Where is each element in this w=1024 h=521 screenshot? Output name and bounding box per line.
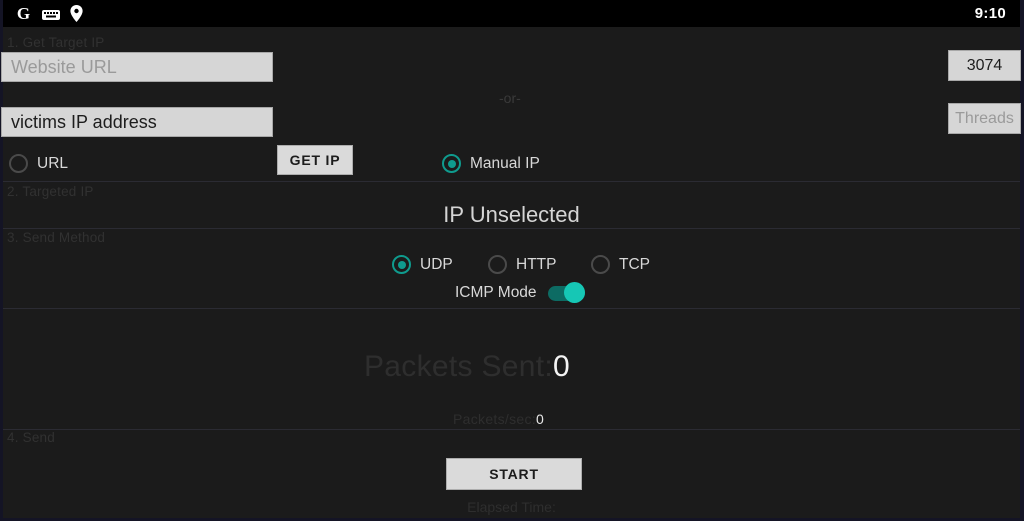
or-separator: -or- — [499, 90, 521, 106]
radio-option-udp[interactable]: UDP — [392, 255, 453, 274]
section-label-targeted-ip: 2. Targeted IP — [7, 184, 94, 199]
packets-per-sec-counter: Packets/sec: 0 — [453, 411, 544, 427]
packets-sent-counter: Packets Sent: 0 — [364, 350, 570, 384]
radio-option-http[interactable]: HTTP — [488, 255, 556, 274]
targeted-ip-status: IP Unselected — [443, 202, 580, 227]
section-label-send-method: 3. Send Method — [7, 230, 106, 245]
radio-manual-ip-indicator[interactable] — [442, 154, 461, 173]
status-bar-right: 9:10 — [975, 5, 1020, 23]
packets-per-sec-label: Packets/sec: — [453, 411, 536, 427]
radio-udp-indicator[interactable] — [392, 255, 411, 274]
packets-sent-label: Packets Sent: — [364, 350, 553, 383]
divider-2 — [3, 228, 1020, 229]
icmp-mode-switch-knob — [563, 282, 585, 303]
radio-manual-ip-label: Manual IP — [470, 154, 540, 172]
radio-option-url[interactable]: URL — [9, 154, 68, 173]
google-g-icon: G — [16, 4, 31, 23]
elapsed-time-label: Elapsed Time: — [467, 499, 556, 515]
app-root: G 9:10 1. Get Target IP Website URL 3074… — [0, 0, 1024, 521]
divider-4 — [3, 429, 1020, 430]
section-label-send: 4. Send — [7, 430, 55, 445]
radio-url-indicator[interactable] — [9, 154, 28, 173]
section-label-get-target-ip: 1. Get Target IP — [7, 35, 105, 50]
radio-tcp-indicator[interactable] — [591, 255, 610, 274]
status-bar: G 9:10 — [3, 0, 1020, 27]
location-pin-icon — [70, 5, 83, 22]
threads-input[interactable]: Threads — [948, 103, 1021, 134]
icmp-mode-label: ICMP Mode — [455, 284, 537, 301]
port-input[interactable]: 3074 — [948, 50, 1021, 81]
divider-1 — [3, 181, 1020, 182]
divider-3 — [3, 308, 1020, 309]
packets-per-sec-value: 0 — [535, 411, 544, 427]
radio-tcp-label: TCP — [619, 255, 650, 273]
icmp-mode-toggle-row[interactable]: ICMP Mode — [455, 282, 585, 303]
status-bar-icons: G — [3, 5, 83, 22]
start-button[interactable]: START — [446, 458, 582, 490]
clock: 9:10 — [974, 4, 1006, 22]
radio-option-tcp[interactable]: TCP — [591, 255, 650, 274]
packets-sent-value: 0 — [553, 350, 570, 383]
website-url-input[interactable]: Website URL — [1, 52, 273, 82]
radio-option-manual-ip[interactable]: Manual IP — [442, 154, 540, 173]
victims-ip-input[interactable]: victims IP address — [1, 107, 273, 137]
radio-http-label: HTTP — [516, 255, 557, 273]
radio-udp-label: UDP — [420, 255, 453, 273]
radio-url-label: URL — [37, 154, 69, 172]
icmp-mode-switch[interactable] — [547, 282, 585, 303]
keyboard-icon — [42, 8, 60, 20]
radio-http-indicator[interactable] — [488, 255, 507, 274]
get-ip-button[interactable]: GET IP — [277, 145, 353, 175]
